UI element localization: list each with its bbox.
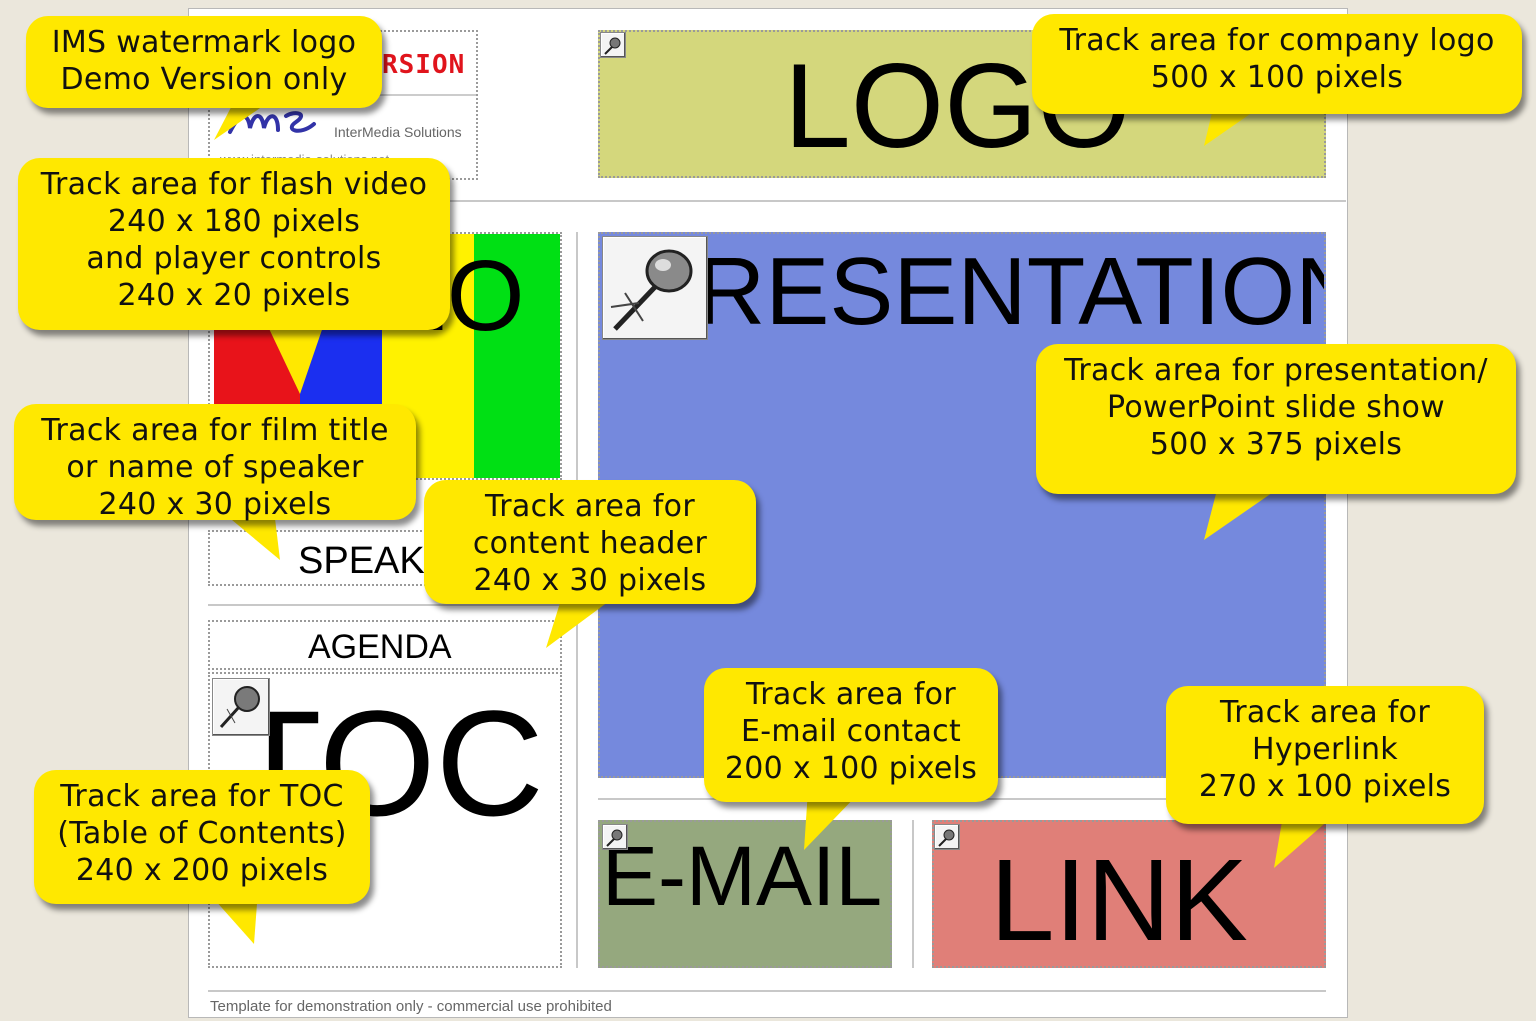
pin-icon[interactable] — [602, 236, 708, 340]
agenda-zone[interactable]: AGENDA — [208, 620, 562, 670]
link-zone[interactable]: LINK — [932, 820, 1326, 968]
bottom-column-divider — [912, 820, 914, 968]
pin-icon[interactable] — [212, 678, 270, 736]
callout-line: 200 x 100 pixels — [724, 751, 978, 786]
watermark-text: RSION — [382, 50, 466, 80]
callout-line: 240 x 20 pixels — [117, 278, 351, 313]
callout-line: 500 x 375 pixels — [1149, 427, 1403, 462]
callout-line: IMS watermark logo — [51, 25, 357, 60]
callout-line: Track area for — [1220, 695, 1430, 730]
speaker-label: SPEAK — [298, 540, 425, 582]
callout-presentation: Track area for presentation/ PowerPoint … — [1036, 344, 1516, 494]
callout-line: Track area for company logo — [1059, 23, 1495, 58]
callout-line: 240 x 30 pixels — [98, 487, 332, 522]
callout-line: E-mail contact — [740, 714, 962, 749]
callout-line: PowerPoint slide show — [1107, 390, 1445, 425]
callout-toc: Track area for TOC (Table of Contents) 2… — [34, 770, 370, 904]
pin-icon[interactable] — [600, 32, 626, 58]
pin-icon[interactable] — [934, 824, 960, 850]
callout-line: 240 x 200 pixels — [75, 853, 329, 888]
agenda-label: AGENDA — [308, 628, 452, 666]
link-label: LINK — [990, 835, 1248, 965]
callout-video: Track area for flash video 240 x 180 pix… — [18, 158, 450, 330]
callout-line: 240 x 180 pixels — [107, 204, 361, 239]
callout-line: Hyperlink — [1252, 732, 1398, 767]
callout-line: (Table of Contents) — [57, 816, 347, 851]
callout-line: Track area for film title — [41, 413, 389, 448]
footer-divider — [208, 990, 1326, 992]
callout-logo: Track area for company logo 500 x 100 pi… — [1032, 14, 1522, 114]
callout-tail — [264, 318, 326, 394]
callout-line: and player controls — [86, 241, 382, 276]
callout-line: 500 x 100 pixels — [1150, 60, 1404, 95]
callout-line: Track area for presentation/ — [1064, 353, 1488, 388]
callout-film-title: Track area for film title or name of spe… — [14, 404, 416, 522]
callout-line: Track area for TOC — [60, 779, 344, 814]
callout-line: 240 x 30 pixels — [473, 563, 707, 598]
presentation-label: RESENTATION — [696, 238, 1326, 345]
callout-line: Demo Version only — [60, 62, 348, 97]
callout-line: Track area for — [746, 677, 956, 712]
callout-email: Track area for E-mail contact 200 x 100 … — [704, 668, 998, 802]
callout-watermark: IMS watermark logo Demo Version only — [26, 16, 382, 108]
callout-tail — [1204, 486, 1282, 540]
footer-text: Template for demonstration only - commer… — [210, 998, 612, 1015]
left-divider — [208, 604, 562, 606]
watermark-brand: InterMedia Solutions — [334, 124, 462, 140]
callout-content-header: Track area for content header 240 x 30 p… — [424, 480, 756, 604]
callout-line: or name of speaker — [66, 450, 364, 485]
callout-line: 270 x 100 pixels — [1198, 769, 1452, 804]
callout-hyperlink: Track area for Hyperlink 270 x 100 pixel… — [1166, 686, 1484, 824]
callout-line: content header — [472, 526, 708, 561]
callout-line: Track area for — [485, 489, 695, 524]
pin-icon[interactable] — [602, 824, 628, 850]
callout-line: Track area for flash video — [40, 167, 428, 202]
